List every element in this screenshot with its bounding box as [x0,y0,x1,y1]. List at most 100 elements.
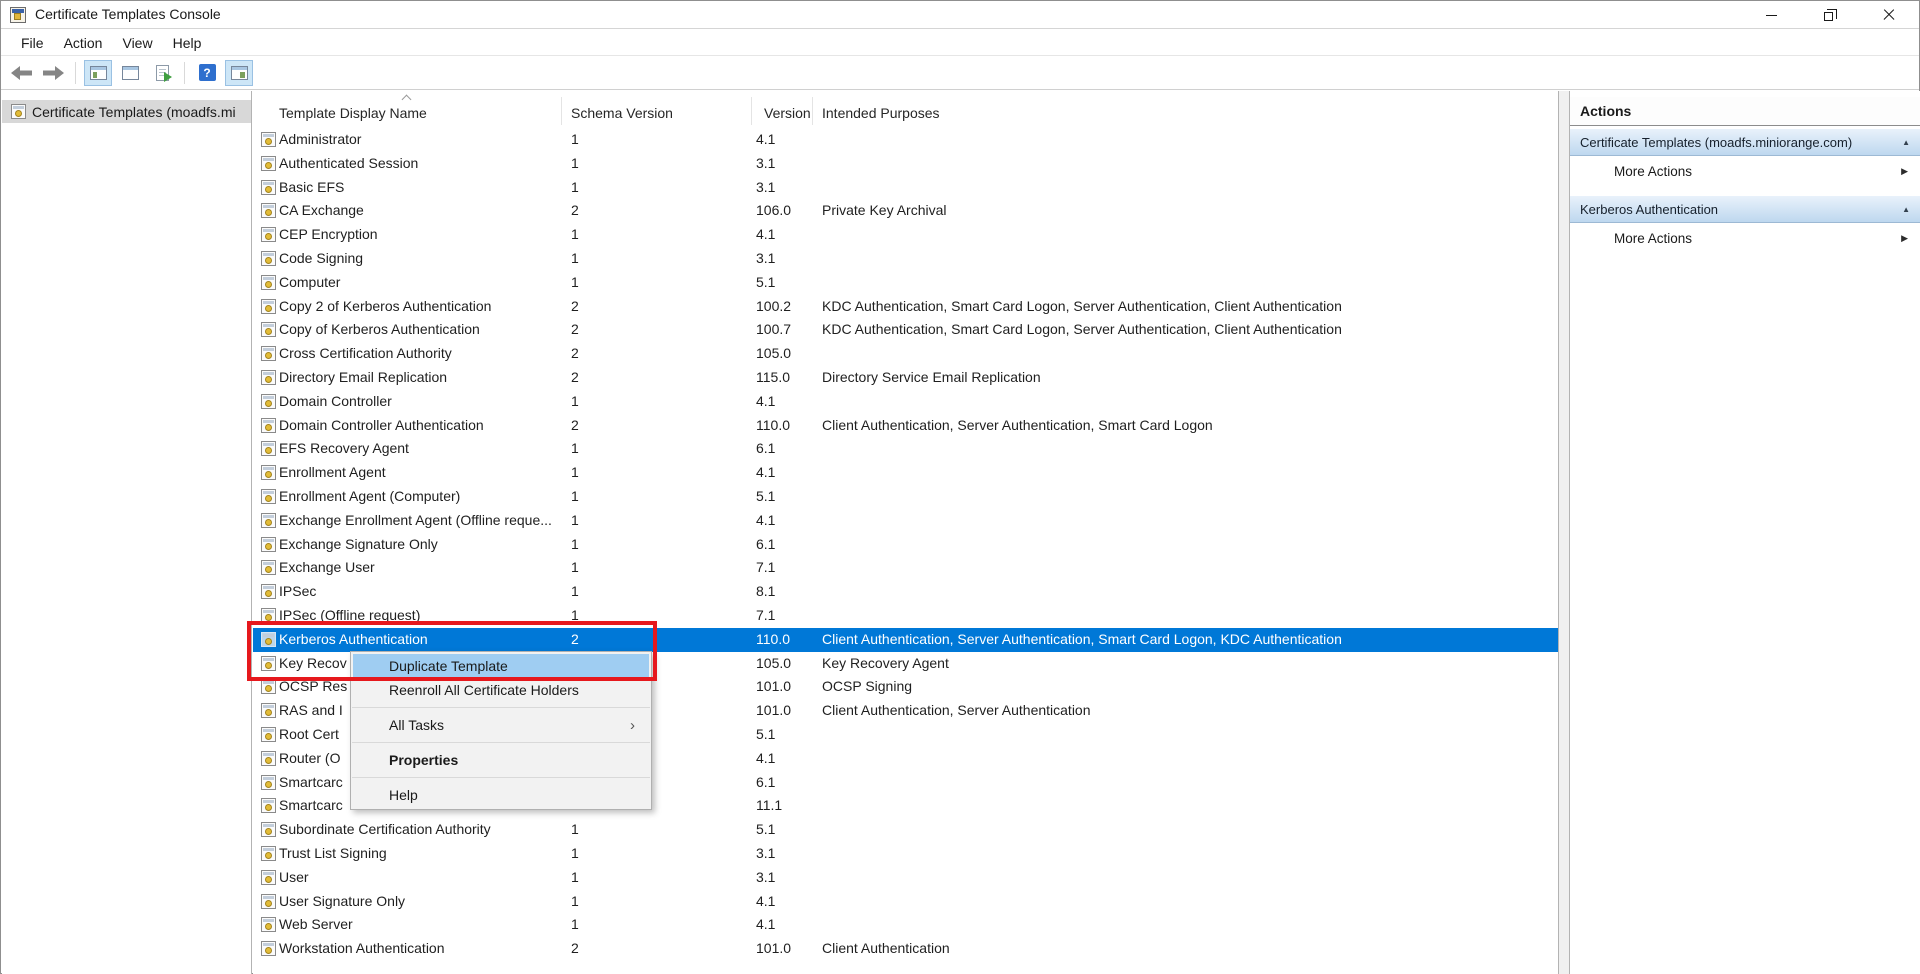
table-row[interactable]: Exchange User 1 7.1 [253,556,1558,580]
table-row[interactable]: Computer 1 5.1 [253,271,1558,295]
table-row[interactable]: Kerberos Authentication 2 110.0 Client A… [253,628,1558,652]
minimize-button[interactable] [1748,1,1794,29]
cell-schema-version: 1 [571,393,579,409]
close-button[interactable] [1866,1,1912,29]
table-row[interactable]: CEP Encryption 1 4.1 [253,223,1558,247]
context-menu-item-help[interactable]: Help [353,783,649,807]
certificate-templates-console-window: Certificate Templates Console File Actio… [0,0,1920,974]
properties-button[interactable] [116,60,144,86]
cell-schema-version: 1 [571,607,579,623]
cell-version: 4.1 [756,893,775,909]
cell-template-display-name: Exchange Enrollment Agent (Offline reque… [279,512,571,528]
cell-intended-purposes: OCSP Signing [822,678,912,694]
menu-separator [352,707,650,708]
restore-icon [1824,12,1833,21]
cell-template-display-name: Copy of Kerberos Authentication [279,321,571,337]
cell-schema-version: 2 [571,298,579,314]
menu-action[interactable]: Action [54,32,113,54]
context-menu-item-duplicate-template[interactable]: Duplicate Template [353,654,649,678]
table-row[interactable]: User 1 3.1 [253,866,1558,890]
table-row[interactable]: Domain Controller Authentication 2 110.0… [253,414,1558,438]
cell-version: 4.1 [756,916,775,932]
tree-item-certificate-templates[interactable]: Certificate Templates (moadfs.mi [2,100,251,123]
table-row[interactable]: Exchange Signature Only 1 6.1 [253,533,1558,557]
table-row[interactable]: Authenticated Session 1 3.1 [253,152,1558,176]
table-row[interactable]: Enrollment Agent 1 4.1 [253,461,1558,485]
more-actions-item[interactable]: More Actions ▶ [1570,223,1920,253]
menu-help[interactable]: Help [163,32,212,54]
table-row[interactable]: EFS Recovery Agent 1 6.1 [253,437,1558,461]
show-action-pane-button[interactable] [225,60,253,86]
table-row[interactable]: Trust List Signing 1 3.1 [253,842,1558,866]
cell-version: 5.1 [756,274,775,290]
context-menu-item-properties[interactable]: Properties [353,748,649,772]
certificate-template-icon [261,679,276,694]
expand-arrow-icon: ▶ [1901,233,1908,244]
cell-version: 105.0 [756,345,791,361]
certificate-template-icon [261,584,276,599]
cell-template-display-name: Enrollment Agent [279,464,571,480]
cell-template-display-name: Workstation Authentication [279,940,571,956]
table-row[interactable]: Code Signing 1 3.1 [253,247,1558,271]
cell-version: 106.0 [756,202,791,218]
export-list-button[interactable] [148,60,176,86]
column-separator[interactable] [812,97,813,125]
help-button[interactable]: ? [193,60,221,86]
column-header-version[interactable]: Version [764,105,811,121]
table-row[interactable]: Basic EFS 1 3.1 [253,176,1558,200]
more-actions-item[interactable]: More Actions ▶ [1570,156,1920,186]
table-row[interactable]: Administrator 1 4.1 [253,128,1558,152]
menu-item-label: Properties [389,752,635,768]
pane-divider[interactable] [1558,91,1570,974]
table-row[interactable]: Cross Certification Authority 2 105.0 [253,342,1558,366]
table-row[interactable]: Web Server 1 4.1 [253,913,1558,937]
cell-version: 110.0 [756,417,790,433]
menu-file[interactable]: File [11,32,54,54]
table-body: Administrator 1 4.1 Authenticated Sessio… [253,128,1558,961]
table-row[interactable]: User Signature Only 1 4.1 [253,890,1558,914]
column-separator[interactable] [561,97,562,125]
actions-section-header[interactable]: Certificate Templates (moadfs.miniorange… [1570,128,1920,156]
table-row[interactable]: Copy of Kerberos Authentication 2 100.7 … [253,318,1558,342]
column-separator[interactable] [751,97,752,125]
cell-version: 105.0 [756,655,791,671]
cell-template-display-name: IPSec (Offline request) [279,607,571,623]
table-row[interactable]: CA Exchange 2 106.0 Private Key Archival [253,199,1558,223]
table-row[interactable]: Domain Controller 1 4.1 [253,390,1558,414]
cell-version: 11.1 [756,797,782,813]
context-menu-item-all-tasks[interactable]: All Tasks› [353,713,649,737]
column-header-template-display-name[interactable]: Template Display Name [279,105,427,121]
cell-schema-version: 2 [571,202,579,218]
actions-section-header[interactable]: Kerberos Authentication ▲ [1570,195,1920,223]
back-button[interactable] [7,60,35,86]
column-header-intended-purposes[interactable]: Intended Purposes [822,105,940,121]
actions-pane-title: Actions [1570,97,1920,126]
show-console-tree-button[interactable] [84,60,112,86]
table-row[interactable]: Copy 2 of Kerberos Authentication 2 100.… [253,295,1558,319]
cell-template-display-name: Exchange User [279,559,571,575]
table-row[interactable]: Directory Email Replication 2 115.0 Dire… [253,366,1558,390]
help-icon: ? [199,64,216,81]
cell-schema-version: 1 [571,274,579,290]
restore-button[interactable] [1805,1,1851,29]
table-row[interactable]: Enrollment Agent (Computer) 1 5.1 [253,485,1558,509]
actions-section-title: Kerberos Authentication [1580,202,1902,217]
table-row[interactable]: Subordinate Certification Authority 1 5.… [253,818,1558,842]
table-row[interactable]: IPSec (Offline request) 1 7.1 [253,604,1558,628]
certificate-template-icon [261,632,276,647]
menu-separator [352,777,650,778]
table-row[interactable]: IPSec 1 8.1 [253,580,1558,604]
column-header-schema-version[interactable]: Schema Version [571,105,673,121]
forward-button[interactable] [39,60,67,86]
menu-view[interactable]: View [112,32,162,54]
cell-version: 8.1 [756,583,775,599]
cell-schema-version: 2 [571,417,579,433]
certificate-template-icon [261,346,276,361]
table-row[interactable]: Workstation Authentication 2 101.0 Clien… [253,937,1558,961]
cell-version: 3.1 [756,250,775,266]
table-row[interactable]: Exchange Enrollment Agent (Offline reque… [253,509,1558,533]
context-menu-item-reenroll-all-certificate-holders[interactable]: Reenroll All Certificate Holders [353,678,649,702]
certificate-template-icon [261,227,276,242]
cell-version: 100.2 [756,298,791,314]
cell-version: 4.1 [756,750,775,766]
